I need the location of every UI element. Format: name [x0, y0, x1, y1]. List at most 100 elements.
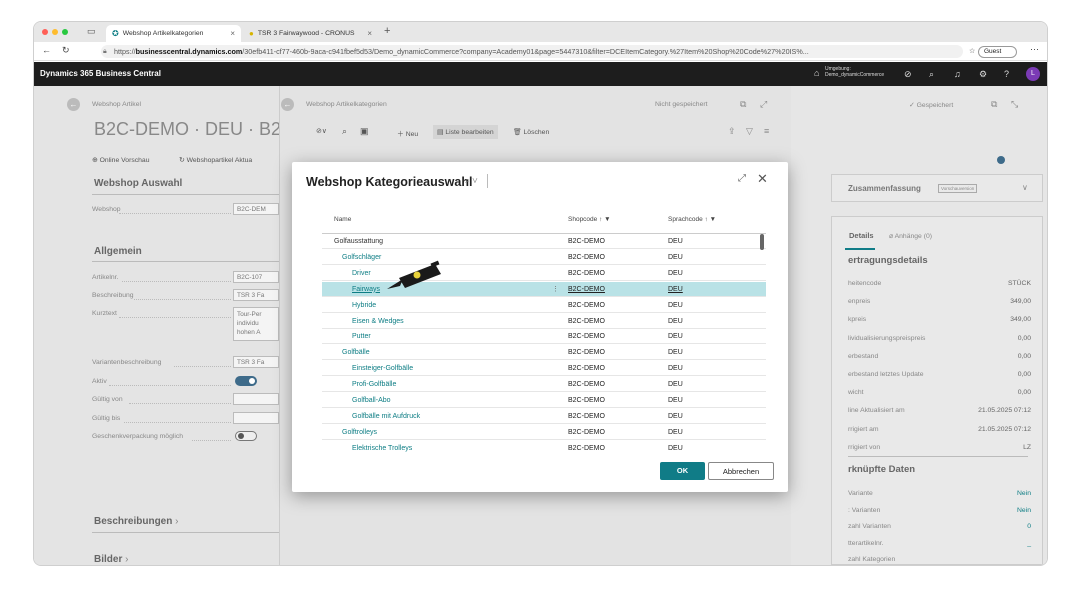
browser-tab[interactable]: ● TSR 3 Fairwaywood - CRONUS ×	[243, 25, 378, 42]
open-new-window-icon[interactable]: ⧉	[740, 99, 746, 110]
variant-description-field[interactable]: TSR 3 Fa	[233, 356, 279, 368]
scrollbar-thumb[interactable]	[760, 234, 764, 250]
search-icon[interactable]: ⌕	[929, 69, 934, 80]
table-row[interactable]: Profi-Golfbälle B2C-DEMO DEU	[322, 377, 766, 393]
section-beschreibungen[interactable]: Beschreibungen ›	[94, 516, 178, 527]
copilot-icon[interactable]: ⊘	[904, 69, 912, 80]
section-webshop-auswahl[interactable]: Webshop Auswahl	[94, 178, 182, 189]
filter-icon[interactable]: ▽	[746, 126, 753, 137]
guest-profile-button[interactable]: Guest	[978, 46, 1017, 58]
tab-details[interactable]: Details	[849, 231, 874, 240]
minimize-window-dot[interactable]	[52, 29, 58, 35]
description-field[interactable]: TSR 3 Fa	[233, 289, 279, 301]
table-row[interactable]: Golftrolleys B2C-DEMO DEU	[322, 425, 766, 440]
search-icon[interactable]: ⌕ ∨	[465, 175, 478, 186]
notification-bell-icon[interactable]: ♫	[954, 69, 961, 79]
column-header-name[interactable]: Name	[334, 216, 351, 223]
sidebar-toggle-icon[interactable]: ▭	[87, 26, 96, 37]
online-preview-action[interactable]: ⊕ Online Vorschau	[92, 156, 149, 164]
filter-pane-icon[interactable]: ⊘∨	[316, 127, 327, 135]
valid-to-field[interactable]	[233, 412, 279, 424]
short-text-field[interactable]: Tour-Per individu hohen A	[233, 307, 279, 341]
cancel-button[interactable]: Abbrechen	[708, 462, 774, 480]
new-tab-icon[interactable]: +	[384, 25, 390, 37]
close-icon[interactable]: ✕	[757, 171, 768, 187]
cell-name[interactable]: Driver	[352, 266, 371, 281]
table-row[interactable]: Einsteiger-Golfbälle B2C-DEMO DEU	[322, 361, 766, 377]
table-row[interactable]: Elektrische Trolleys B2C-DEMO DEU	[322, 441, 766, 452]
section-bilder[interactable]: Bilder ›	[94, 554, 128, 565]
column-header-sprachcode[interactable]: Sprachcode ↑ ▼	[668, 216, 716, 223]
cell-name[interactable]: Golfausstattung	[334, 234, 383, 249]
settings-gear-icon[interactable]: ⚙	[979, 69, 987, 80]
open-new-window-icon[interactable]: ⧉	[991, 99, 997, 110]
linked-value[interactable]: 0	[1027, 523, 1031, 530]
delete-button[interactable]: 🗑︎ Löschen	[513, 128, 549, 136]
table-row[interactable]: Eisen & Wedges B2C-DEMO DEU	[322, 314, 766, 329]
cell-name[interactable]: Elektrische Trolleys	[352, 441, 412, 452]
cell-name[interactable]: Golfball-Abo	[352, 393, 391, 408]
table-row[interactable]: Golfbälle mit Aufdruck B2C-DEMO DEU	[322, 409, 766, 424]
close-tab-icon[interactable]: ×	[367, 29, 372, 38]
reload-icon[interactable]: ↻	[62, 45, 70, 56]
help-icon[interactable]: ?	[1004, 69, 1009, 79]
linked-value[interactable]: Nein	[1017, 490, 1031, 497]
back-icon[interactable]: ←	[42, 45, 51, 55]
gift-wrap-toggle[interactable]	[235, 431, 257, 441]
share-icon[interactable]: ⇪	[728, 126, 736, 137]
update-webshop-item-action[interactable]: ↻ Webshopartikel Aktua	[179, 156, 252, 164]
environment-info[interactable]: Umgebung: Demo_dynamicCommerce	[825, 66, 884, 78]
table-row[interactable]: Hybride B2C-DEMO DEU	[322, 298, 766, 313]
cell-shopcode: B2C-DEMO	[568, 333, 605, 341]
leader-dots	[119, 317, 231, 318]
app-title[interactable]: Dynamics 365 Business Central	[40, 69, 161, 78]
user-avatar[interactable]: L	[1026, 67, 1040, 81]
table-row[interactable]: Golfbälle B2C-DEMO DEU	[322, 345, 766, 361]
summary-header[interactable]: Zusammenfassung Vorschauversion ∨	[831, 174, 1043, 202]
section-allgemein[interactable]: Allgemein	[94, 246, 142, 257]
tab-attachments[interactable]: ⌀ Anhänge (0)	[889, 232, 932, 240]
url-field[interactable]: 🔒︎ https://businesscentral.dynamics.com/3…	[101, 45, 963, 58]
valid-from-field[interactable]	[233, 393, 279, 405]
category-selection-dialog: Webshop Kategorieauswahl ⌕ ∨ ⤢ ✕ Name Sh…	[292, 162, 788, 492]
edit-list-button[interactable]: ▤ Liste bearbeiten	[433, 125, 498, 139]
linked-value[interactable]: Nein	[1017, 507, 1031, 514]
row-menu-icon[interactable]: ⋮	[552, 282, 559, 297]
item-no-field[interactable]: B2C-107	[233, 271, 279, 283]
cell-name[interactable]: Einsteiger-Golfbälle	[352, 361, 413, 376]
table-row[interactable]: Putter B2C-DEMO DEU	[322, 329, 766, 345]
back-arrow-icon[interactable]: ←	[67, 98, 80, 111]
table-row[interactable]: Golfausstattung B2C-DEMO DEU	[322, 234, 766, 249]
cell-name[interactable]: Golfbälle mit Aufdruck	[352, 409, 420, 424]
list-options-icon[interactable]: ≡	[764, 126, 769, 136]
close-tab-icon[interactable]: ×	[230, 29, 235, 38]
webshop-field[interactable]: B2C-DEM	[233, 203, 279, 215]
cell-sprachcode: DEU	[668, 428, 683, 436]
cell-name[interactable]: Golftrolleys	[342, 425, 377, 440]
maximize-window-dot[interactable]	[62, 29, 68, 35]
expand-icon[interactable]: ⤢	[760, 99, 767, 110]
collapse-icon[interactable]: ⤡	[1011, 99, 1018, 110]
cell-name[interactable]: Fairways	[352, 282, 380, 297]
search-icon[interactable]: ⌕	[342, 126, 347, 137]
new-button[interactable]: ＋ Neu	[397, 128, 418, 138]
cell-name[interactable]: Putter	[352, 329, 371, 344]
close-window-dot[interactable]	[42, 29, 48, 35]
info-icon[interactable]	[997, 156, 1005, 164]
expand-icon[interactable]: ⤢	[738, 173, 746, 184]
cell-name[interactable]: Hybride	[352, 298, 376, 313]
active-toggle[interactable]	[235, 376, 257, 386]
cell-name[interactable]: Golfschläger	[342, 250, 381, 265]
column-header-shopcode[interactable]: Shopcode ↑ ▼	[568, 216, 611, 223]
table-row[interactable]: Golfball-Abo B2C-DEMO DEU	[322, 393, 766, 408]
cell-name[interactable]: Golfbälle	[342, 345, 370, 360]
cell-name[interactable]: Profi-Golfbälle	[352, 377, 396, 392]
linked-value[interactable]: _	[1027, 540, 1031, 547]
favorites-icon[interactable]: ☆	[969, 47, 975, 55]
ok-button[interactable]: OK	[660, 462, 705, 480]
browser-tab-active[interactable]: ✪ Webshop Artikelkategorien ×	[106, 25, 241, 42]
back-arrow-icon[interactable]: ←	[281, 98, 294, 111]
cell-name[interactable]: Eisen & Wedges	[352, 314, 404, 329]
view-icon[interactable]: ▣	[360, 126, 369, 137]
more-icon[interactable]: ⋯	[1030, 44, 1039, 55]
